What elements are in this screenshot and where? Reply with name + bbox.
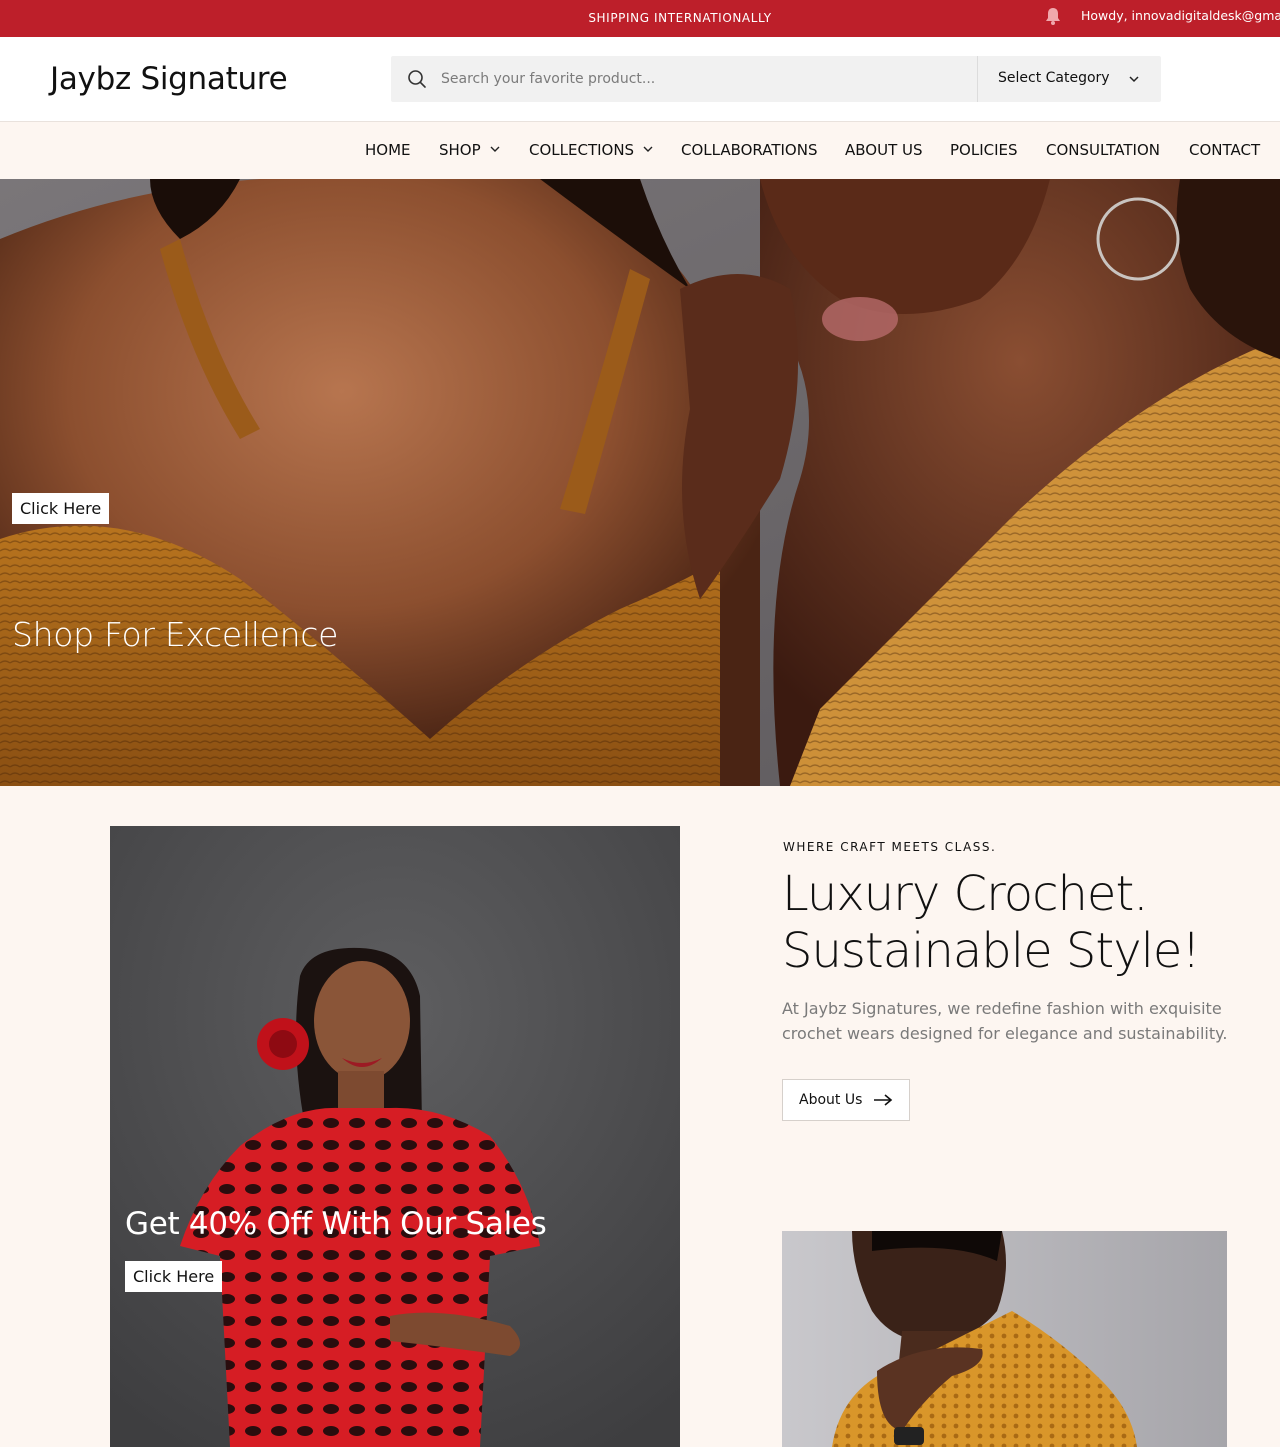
- headline-line-1: Luxury Crochet.: [782, 866, 1149, 922]
- search-bar: Select Category: [391, 56, 1161, 102]
- site-logo[interactable]: Jaybz Signature: [50, 61, 288, 97]
- account-greeting[interactable]: Howdy, innovadigitaldesk@gmail.com: [1081, 0, 1280, 37]
- chevron-down-icon: [643, 146, 653, 152]
- hero-image: [0, 179, 1280, 786]
- site-header: Jaybz Signature Select Category: [0, 37, 1280, 122]
- model-image-man: [782, 1231, 1227, 1447]
- nav-item-shop[interactable]: SHOP: [439, 141, 501, 159]
- nav-item-label: SHOP: [439, 141, 481, 159]
- headline-line-2: Sustainable Style!: [782, 923, 1201, 979]
- nav-item-label: COLLECTIONS: [529, 141, 635, 159]
- nav-item-home[interactable]: HOME: [365, 141, 411, 159]
- nav-item-policies[interactable]: POLICIES: [950, 141, 1018, 159]
- search-icon[interactable]: [407, 69, 427, 89]
- greeting-text: Howdy, innovadigitaldesk@gmail.com: [1081, 8, 1280, 23]
- hero-cta-button[interactable]: Click Here: [12, 493, 110, 524]
- chevron-down-icon[interactable]: [1127, 72, 1141, 86]
- about-us-label: About Us: [799, 1092, 863, 1108]
- section-eyebrow: WHERE CRAFT MEETS CLASS.: [783, 840, 997, 854]
- nav-item-contact[interactable]: CONTACT: [1189, 141, 1260, 159]
- main-nav: HOME SHOP COLLECTIONS COLLABORATIONS ABO…: [0, 122, 1280, 179]
- announcement-bar: SHIPPING INTERNATIONALLY Howdy, innovadi…: [0, 0, 1280, 37]
- nav-item-about-us[interactable]: ABOUT US: [845, 141, 923, 159]
- chevron-down-icon: [490, 146, 500, 152]
- man-photo: [782, 1231, 1227, 1447]
- category-select[interactable]: Select Category: [998, 70, 1110, 86]
- hero-title: Shop For Excellence: [12, 615, 339, 654]
- search-input[interactable]: [441, 56, 971, 102]
- bell-icon[interactable]: [1043, 6, 1063, 26]
- about-us-button[interactable]: About Us: [782, 1079, 910, 1121]
- section-description: At Jaybz Signatures, we redefine fashion…: [782, 999, 1228, 1043]
- promo-card[interactable]: Get 40% Off With Our Sales Click Here: [110, 826, 680, 1447]
- nav-item-consultation[interactable]: CONSULTATION: [1046, 141, 1160, 159]
- search-divider: [977, 56, 978, 102]
- promo-image: [110, 826, 680, 1447]
- promo-title: Get 40% Off With Our Sales: [125, 1206, 547, 1242]
- arrow-right-icon: [874, 1094, 893, 1106]
- promo-cta-button[interactable]: Click Here: [125, 1261, 223, 1292]
- hero-banner: Shop For Excellence Click Here: [0, 179, 1280, 786]
- nav-item-collections[interactable]: COLLECTIONS: [529, 141, 654, 159]
- section-headline: Luxury Crochet. Sustainable Style!: [782, 866, 1201, 980]
- nav-item-collaborations[interactable]: COLLABORATIONS: [681, 141, 817, 159]
